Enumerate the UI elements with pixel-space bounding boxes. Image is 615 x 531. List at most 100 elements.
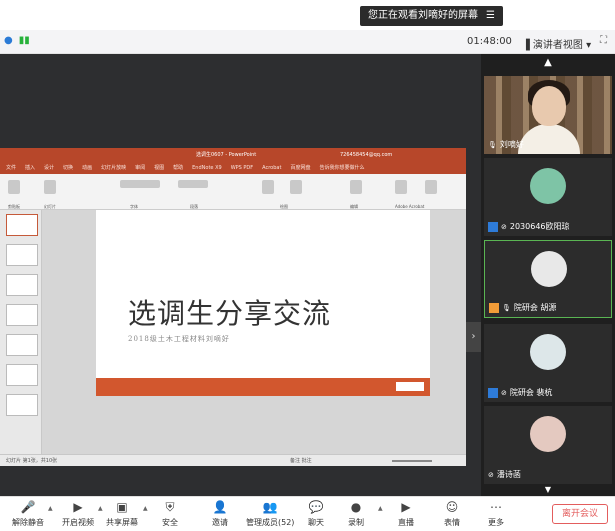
paragraph-controls [178, 180, 208, 188]
ppt-tab[interactable]: 审阅 [135, 165, 145, 171]
mic-muted-icon: ⊘ [488, 470, 494, 479]
slide-footer-note [396, 382, 424, 391]
ppt-tab[interactable]: Acrobat [262, 165, 281, 171]
meeting-info-bar: ● ▮▮ 01:48:00 ▐ 演讲者视图 ▾ ⛶ [0, 30, 615, 54]
live-icon: ▶ [401, 500, 411, 514]
video-off-icon: ▶ [73, 500, 83, 514]
ppt-account: 726458454@qq.com [340, 152, 393, 158]
video-tile[interactable]: 🎙 刘嘀好 [484, 76, 612, 154]
emoji-icon: ☺ [445, 500, 459, 514]
slide-thumbnail[interactable] [6, 334, 38, 356]
slide-canvas[interactable]: 选调生分享交流 2018级土木工程材料刘嘀好 [96, 210, 430, 396]
participant-tag-icon [489, 302, 499, 313]
slide-thumbnail[interactable] [6, 244, 38, 266]
more-label: 更多 [488, 518, 504, 527]
create-pdf-icon [395, 180, 407, 194]
more-button[interactable]: ⋯ 更多 [474, 500, 518, 528]
speaker-view-button[interactable]: ▐ 演讲者视图 ▾ [522, 36, 591, 51]
live-stream-button[interactable]: ▶ 直播 [384, 500, 428, 528]
security-button[interactable]: ⛨ 安全 [148, 500, 192, 528]
video-tile[interactable]: ⊘ 2030646欧阳琼 [484, 158, 612, 236]
ppt-tab[interactable]: 动画 [82, 165, 92, 171]
ppt-tab[interactable]: 百度网盘 [290, 165, 310, 171]
powerpoint-window: 选调生0607 - PowerPoint 726458454@qq.com 文件… [0, 148, 466, 466]
ppt-tab[interactable]: 告诉我你想要做什么 [319, 165, 364, 171]
ppt-tab[interactable]: WPS PDF [231, 165, 253, 171]
slide-thumbnail[interactable] [6, 304, 38, 326]
share-screen-icon: ▣ [116, 500, 128, 514]
mic-muted-icon: ⊘ [501, 388, 507, 397]
ppt-ribbon: 剪贴板 幻灯片 字体 段落 绘图 编辑 Adobe Acrobat [0, 174, 466, 210]
participant-name: ⊘ 院研会 裴杭 [488, 387, 552, 398]
ppt-tab[interactable]: EndNote X9 [192, 165, 222, 171]
participant-name: ⊘ 潘诗菡 [488, 469, 521, 480]
live-stream-label: 直播 [398, 518, 414, 527]
ppt-status-left: 幻灯片 第1张，共10张 [6, 458, 58, 464]
ppt-tab[interactable]: 文件 [6, 165, 16, 171]
slide-subtitle: 2018级土木工程材料刘嘀好 [128, 335, 230, 343]
start-video-button[interactable]: ▶ 开启视频 [56, 500, 100, 528]
ppt-window-title: 选调生0607 - PowerPoint [196, 152, 257, 158]
participant-name: 🎙 刘嘀好 [488, 139, 524, 150]
participant-name-text: 院研会 裴杭 [509, 388, 553, 397]
slide-thumbnail[interactable] [6, 214, 38, 236]
fullscreen-icon[interactable]: ⛶ [600, 35, 607, 46]
chat-button[interactable]: 💬 聊天 [294, 500, 338, 528]
chat-label: 聊天 [308, 518, 324, 527]
share-pdf-icon [425, 180, 437, 194]
ppt-title-bar: 选调生0607 - PowerPoint 726458454@qq.com [0, 148, 466, 162]
ppt-tab[interactable]: 切换 [63, 165, 73, 171]
ppt-tab[interactable]: 帮助 [173, 165, 183, 171]
video-tile[interactable]: ⊘ 院研会 裴杭 [484, 324, 612, 402]
share-options-caret-icon[interactable]: ▲ [143, 505, 148, 512]
find-icon [350, 180, 362, 194]
participant-name-text: 潘诗菡 [496, 470, 521, 479]
paste-icon [8, 180, 20, 194]
invite-button[interactable]: 👤 邀请 [198, 500, 242, 528]
zoom-slider[interactable] [392, 460, 432, 462]
reactions-button[interactable]: ☺ 表情 [430, 500, 474, 528]
viewing-screen-banner[interactable]: 您正在观看刘嘀好的屏幕 ☰ [360, 6, 503, 26]
participant-name-text: 刘嘀好 [499, 140, 524, 149]
slide-title: 选调生分享交流 [128, 297, 332, 330]
participant-name-text: 2030646欧阳琼 [509, 222, 570, 231]
security-shield-icon[interactable]: ● [4, 35, 13, 46]
ppt-tab[interactable]: 设计 [44, 165, 54, 171]
audio-options-caret-icon[interactable]: ▲ [48, 505, 53, 512]
mic-muted-icon: 🎤 [20, 500, 36, 514]
scroll-down-icon[interactable]: ▼ [481, 485, 615, 495]
shapes-icon [262, 180, 274, 194]
video-tile[interactable]: ⊘ 潘诗菡 [484, 406, 612, 484]
participant-avatar [530, 416, 566, 452]
ppt-ribbon-tabs: 文件 插入 设计 切换 动画 幻灯片放映 审阅 视图 帮助 EndNote X9 WPS PDF Ac… [0, 162, 466, 174]
collapse-panel-handle[interactable]: › [466, 322, 481, 352]
unmute-button[interactable]: 🎤 解除静音 [6, 500, 50, 528]
leave-meeting-button[interactable]: 离开会议 [552, 504, 608, 524]
video-tile[interactable]: 🎙 院研会 胡源 [484, 240, 612, 318]
ppt-tab[interactable]: 视图 [154, 165, 164, 171]
record-button[interactable]: ● 录制 [334, 500, 378, 528]
slide-thumbnails[interactable] [0, 210, 42, 454]
start-video-label: 开启视频 [62, 518, 94, 527]
scroll-up-icon[interactable]: ▲ [481, 54, 615, 72]
record-options-caret-icon[interactable]: ▲ [378, 505, 383, 512]
ppt-tab[interactable]: 幻灯片放映 [101, 165, 126, 171]
participant-name: 🎙 院研会 胡源 [489, 302, 556, 313]
invite-icon: 👤 [212, 500, 228, 514]
record-icon: ● [350, 500, 362, 514]
share-screen-button[interactable]: ▣ 共享屏幕 [100, 500, 144, 528]
ppt-tab[interactable]: 插入 [25, 165, 35, 171]
menu-icon[interactable]: ☰ [486, 6, 495, 26]
slide-thumbnail[interactable] [6, 364, 38, 386]
slide-thumbnail[interactable] [6, 274, 38, 296]
speaker-view-label: 演讲者视图 [532, 40, 583, 51]
chat-icon: 💬 [308, 500, 324, 514]
slide-thumbnail[interactable] [6, 394, 38, 416]
participant-name: ⊘ 2030646欧阳琼 [488, 221, 570, 232]
network-signal-icon[interactable]: ▮▮ [19, 35, 30, 46]
ppt-status-right[interactable]: 备注 批注 [290, 455, 312, 467]
participant-avatar [530, 168, 566, 204]
manage-participants-button[interactable]: 👥 管理成员(52) [246, 500, 294, 528]
mic-icon: 🎙 [502, 303, 511, 312]
slide-footer-band [96, 378, 430, 396]
